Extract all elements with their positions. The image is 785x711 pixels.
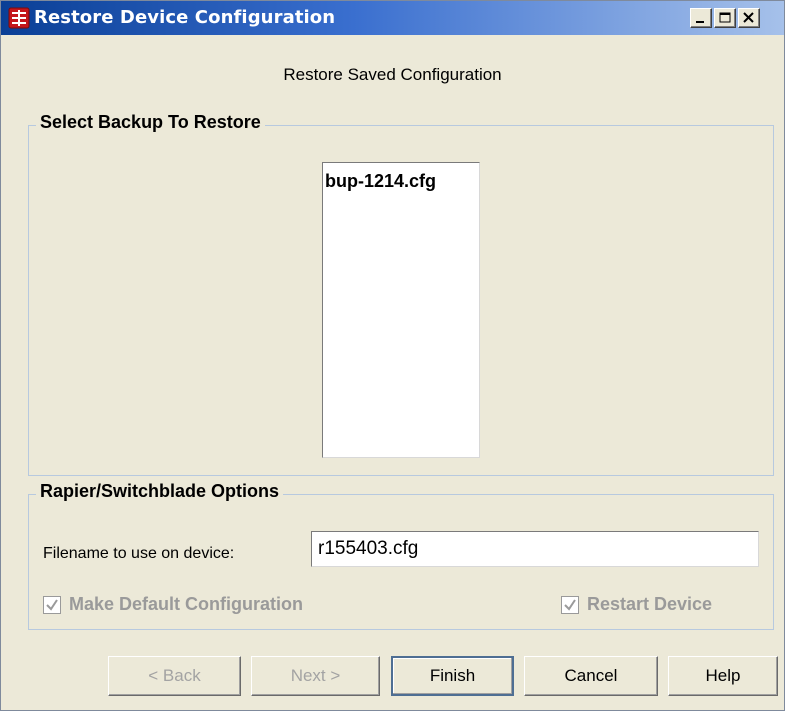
- help-button[interactable]: Help: [668, 656, 778, 696]
- backup-list[interactable]: bup-1214.cfg: [322, 162, 480, 458]
- back-button[interactable]: < Back: [108, 656, 241, 696]
- restart-device-label: Restart Device: [587, 594, 713, 614]
- checkmark-icon: [564, 598, 576, 611]
- close-button[interactable]: [738, 8, 760, 28]
- maximize-button[interactable]: [714, 8, 736, 28]
- maximize-icon: [719, 12, 731, 23]
- finish-button[interactable]: Finish: [391, 656, 514, 696]
- restore-device-configuration-window: Restore Device Configuration Restore Sav…: [0, 0, 785, 711]
- filename-label: Filename to use on device:: [43, 545, 235, 562]
- title-bar[interactable]: Restore Device Configuration: [1, 1, 784, 35]
- window-title: Restore Device Configuration: [34, 7, 336, 28]
- filename-input[interactable]: [311, 531, 759, 567]
- next-button[interactable]: Next >: [251, 656, 380, 696]
- options-legend: Rapier/Switchblade Options: [36, 481, 284, 502]
- backup-list-item[interactable]: bup-1214.cfg: [325, 171, 436, 192]
- cancel-button[interactable]: Cancel: [524, 656, 658, 696]
- make-default-check-box[interactable]: [43, 595, 61, 614]
- checkmark-icon: [46, 598, 58, 611]
- close-icon: [743, 12, 754, 23]
- dialog-subtitle: Restore Saved Configuration: [283, 65, 502, 84]
- rapier-switchblade-options-group: Rapier/Switchblade Options Filename to u…: [28, 481, 774, 630]
- restart-device-checkbox[interactable]: Restart Device: [561, 594, 712, 615]
- select-backup-group: Select Backup To Restore bup-1214.cfg: [28, 112, 774, 476]
- select-backup-legend: Select Backup To Restore: [36, 112, 265, 133]
- make-default-label: Make Default Configuration: [69, 594, 304, 614]
- app-icon: [8, 7, 30, 29]
- make-default-configuration-checkbox[interactable]: Make Default Configuration: [43, 594, 303, 615]
- minimize-icon: [696, 21, 704, 23]
- minimize-button[interactable]: [690, 8, 712, 28]
- restart-device-check-box[interactable]: [561, 595, 579, 614]
